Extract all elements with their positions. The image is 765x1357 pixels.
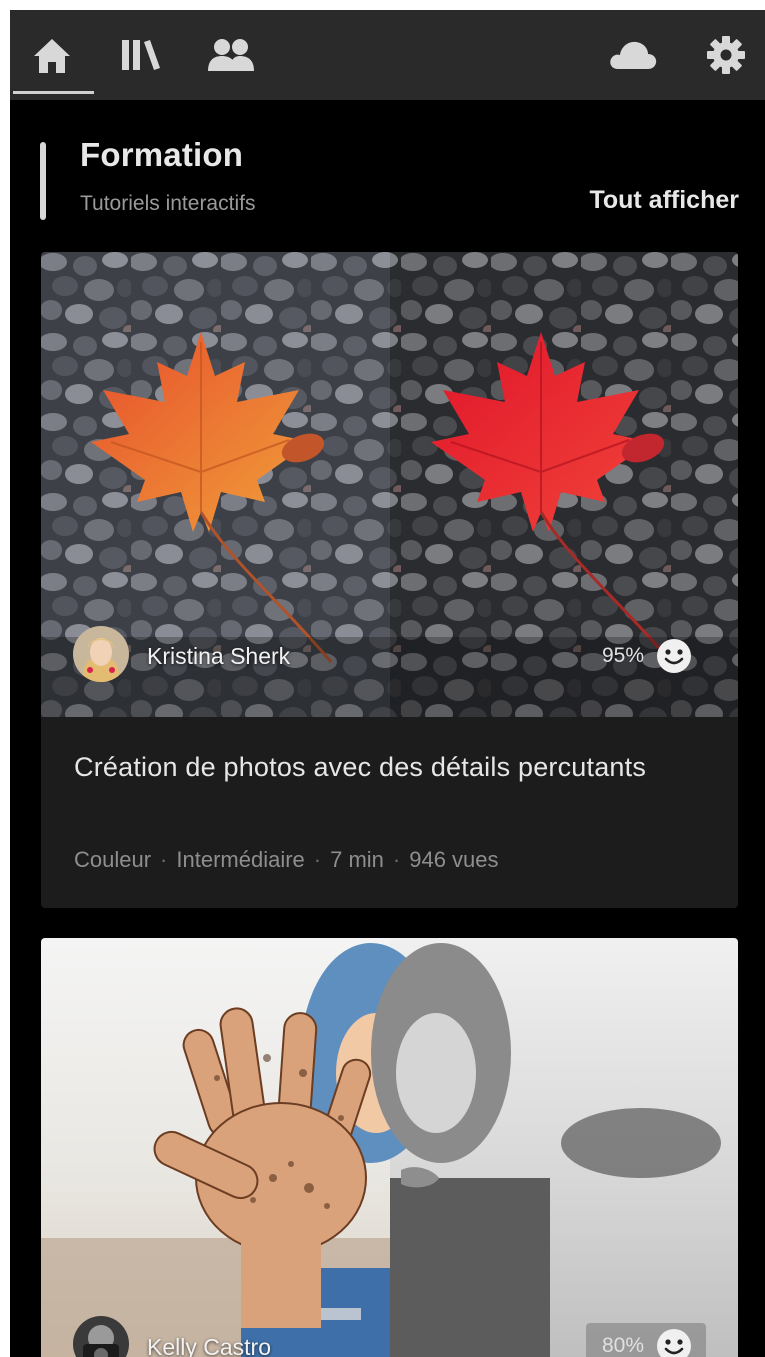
author-avatar[interactable] [73, 626, 129, 682]
section-accent-bar [40, 142, 46, 220]
home-icon[interactable] [32, 37, 72, 75]
meta-level: Intermédiaire [176, 847, 305, 872]
rating-badge: 80% [585, 1323, 706, 1357]
library-icon[interactable] [120, 36, 162, 74]
section-title: Formation [80, 136, 244, 173]
gear-icon[interactable] [706, 35, 746, 75]
meta-views: 946 vues [409, 847, 499, 872]
tutorial-card[interactable]: Kristina Sherk 95% Création de photos av… [41, 252, 738, 908]
top-nav-bar [10, 10, 765, 100]
author-name[interactable]: Kristina Sherk [147, 643, 290, 670]
smiley-icon [657, 1329, 691, 1357]
cloud-icon[interactable] [608, 37, 658, 73]
app-screen: Formation Tutoriels interactifs Tout aff… [10, 10, 765, 1357]
rating-value: 80% [601, 1334, 644, 1357]
tutorial-card[interactable]: Kelly Castro 80% [41, 938, 738, 1357]
active-tab-indicator [13, 91, 94, 94]
rating-badge: 95% [586, 633, 706, 679]
see-all-link[interactable]: Tout afficher [589, 186, 739, 215]
people-icon[interactable] [206, 36, 256, 74]
tutorial-meta: Couleur · Intermédiaire · 7 min · 946 vues [74, 847, 499, 872]
meta-category: Couleur [74, 847, 152, 872]
meta-duration: 7 min [330, 847, 384, 872]
smiley-icon [657, 639, 691, 673]
author-name[interactable]: Kelly Castro [147, 1334, 271, 1357]
rating-value: 95% [601, 644, 644, 667]
tutorial-thumbnail-hand [41, 938, 738, 1357]
tutorial-title: Création de photos avec des détails perc… [74, 752, 647, 782]
section-subtitle: Tutoriels interactifs [80, 192, 256, 215]
